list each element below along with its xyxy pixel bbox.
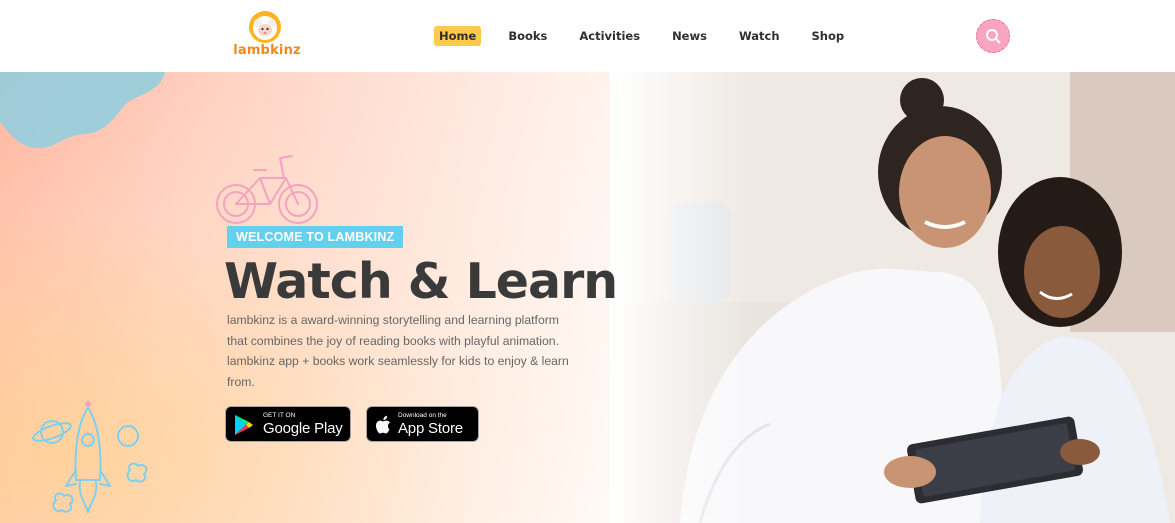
nav-item-watch[interactable]: Watch (734, 26, 785, 46)
nav-item-books[interactable]: Books (503, 26, 552, 46)
main-nav: Home Books Activities News Watch Shop (434, 25, 871, 47)
brand-name: lambkinz (233, 43, 301, 58)
nav-item-news[interactable]: News (667, 26, 712, 46)
nav-item-home[interactable]: Home (434, 26, 482, 46)
brand-logo[interactable]: lambkinz (224, 10, 310, 62)
google-play-button[interactable]: GET IT ON Google Play (225, 406, 351, 442)
app-store-label: App Store (398, 420, 463, 437)
welcome-badge: WELCOME TO LAMBKINZ (227, 226, 404, 248)
google-play-icon (235, 415, 253, 435)
hero-section: WELCOME TO LAMBKINZ Watch & Learn lambki… (0, 72, 1175, 523)
apple-icon (376, 415, 390, 434)
google-play-small-label: GET IT ON (263, 412, 296, 419)
nav-item-activities[interactable]: Activities (574, 26, 645, 46)
bicycle-decoration-icon (216, 155, 318, 224)
app-store-button[interactable]: Download on the App Store (366, 406, 479, 442)
cloud-blob-decoration (0, 72, 165, 149)
search-icon (986, 29, 1001, 44)
hero-title: Watch & Learn (224, 253, 618, 310)
hero-description: lambkinz is a award-winning storytelling… (227, 313, 569, 389)
mother-daughter-photo (610, 72, 1175, 523)
lamb-logo-icon (249, 11, 281, 43)
app-store-small-label: Download on the (398, 412, 447, 419)
nav-item-shop[interactable]: Shop (807, 26, 850, 46)
search-button[interactable] (976, 19, 1010, 53)
google-play-label: Google Play (263, 420, 343, 437)
site-header: lambkinz Home Books Activities News Watc… (0, 0, 1175, 72)
rocket-planet-decoration-icon (32, 401, 148, 513)
